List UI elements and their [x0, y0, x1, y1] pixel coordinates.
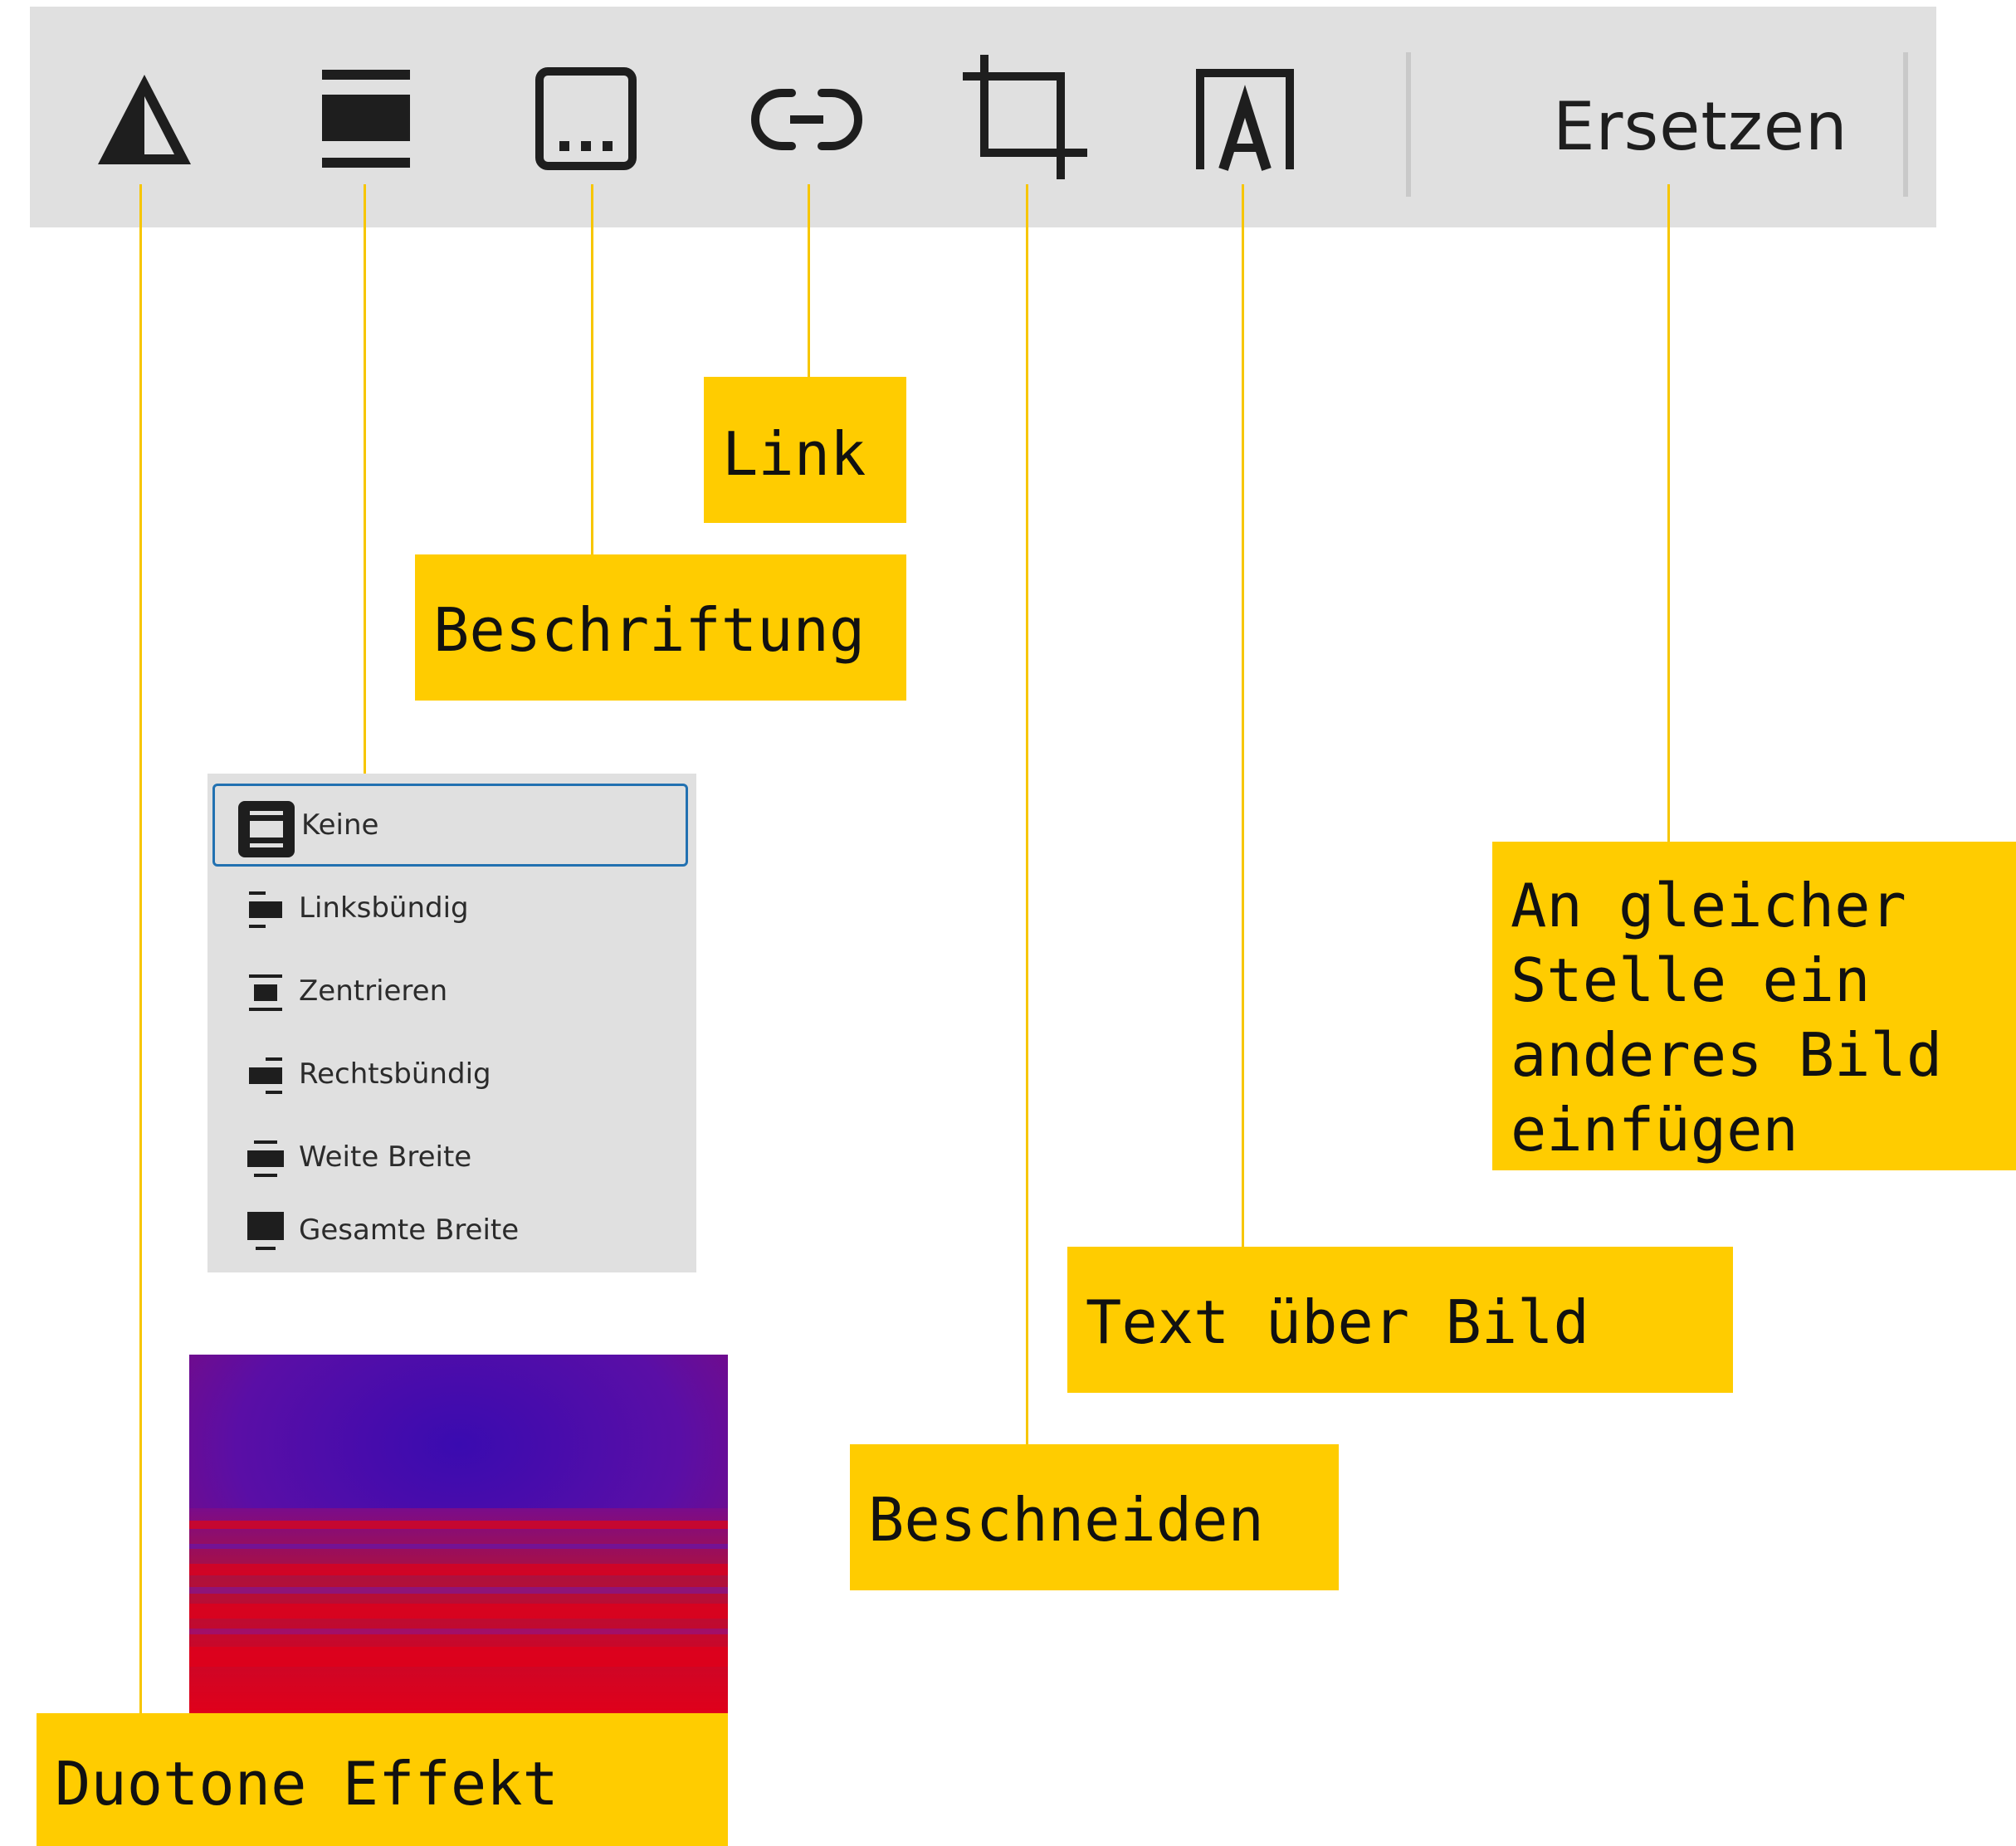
- leader-link: [808, 184, 810, 377]
- toolbar-separator-left: [1406, 52, 1411, 197]
- block-toolbar: Ersetzen: [30, 7, 1936, 227]
- menu-item-label: Zentrieren: [299, 974, 448, 1008]
- duotone-icon[interactable]: [93, 66, 196, 169]
- align-center-icon: [249, 974, 282, 1011]
- menu-item-label: Rechtsbündig: [299, 1057, 491, 1091]
- menu-item-align-wide[interactable]: Weite Breite: [212, 1116, 688, 1199]
- callout-crop: Beschneiden: [850, 1444, 1339, 1590]
- menu-item-label: Weite Breite: [299, 1140, 472, 1174]
- menu-item-align-full[interactable]: Gesamte Breite: [212, 1189, 688, 1272]
- menu-item-align-left[interactable]: Linksbündig: [212, 867, 688, 950]
- leader-align: [364, 184, 366, 774]
- menu-item-label: Keine: [301, 808, 379, 842]
- align-full-icon: [247, 1212, 284, 1250]
- menu-item-align-right[interactable]: Rechtsbündig: [212, 1033, 688, 1116]
- menu-item-align-center[interactable]: Zentrieren: [212, 950, 688, 1033]
- align-right-icon: [249, 1057, 282, 1094]
- alignment-menu: Keine Linksbündig Zentrieren Rechtsbündi…: [207, 774, 696, 1272]
- align-wide-icon: [247, 1140, 284, 1177]
- menu-item-label: Linksbündig: [299, 891, 469, 925]
- leader-crop: [1026, 184, 1028, 1444]
- menu-item-align-none[interactable]: Keine: [212, 784, 688, 867]
- callout-caption: Beschriftung: [415, 554, 906, 701]
- caption-icon[interactable]: [535, 66, 637, 173]
- menu-item-label: Gesamte Breite: [299, 1214, 520, 1247]
- link-icon[interactable]: [749, 86, 865, 153]
- callout-duotone: Duotone Effekt: [37, 1713, 728, 1846]
- text-over-image-icon[interactable]: [1193, 66, 1296, 173]
- leader-caption: [591, 184, 593, 554]
- leader-replace: [1667, 184, 1670, 842]
- replace-button[interactable]: Ersetzen: [1553, 88, 1848, 165]
- callout-text-over-image: Text über Bild: [1067, 1247, 1733, 1393]
- callout-replace: An gleicher Stelle ein anderes Bild einf…: [1492, 842, 2016, 1170]
- toolbar-separator-right: [1903, 52, 1908, 197]
- callout-link: Link: [704, 377, 906, 523]
- leader-text-over-image: [1242, 184, 1244, 1247]
- duotone-preview-image: [189, 1355, 728, 1714]
- leader-duotone: [139, 184, 142, 1713]
- crop-icon[interactable]: [963, 55, 1087, 179]
- align-left-icon: [249, 891, 282, 928]
- align-icon[interactable]: [320, 66, 412, 173]
- align-none-icon: [238, 801, 295, 857]
